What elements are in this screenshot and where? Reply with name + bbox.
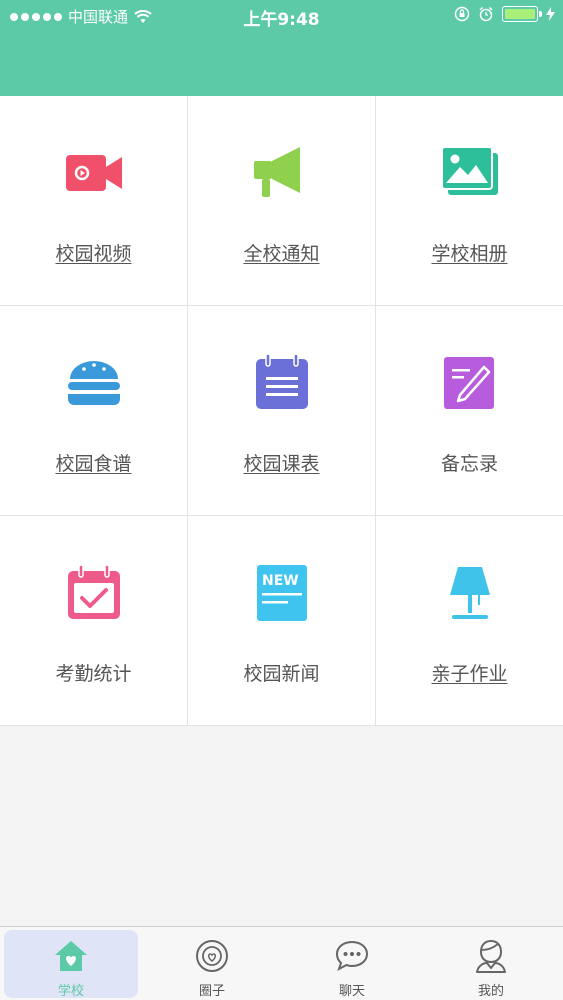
grid-item-campus-news[interactable]: NEW 校园新闻 [188, 516, 376, 726]
app-header [0, 32, 563, 96]
grid-item-attendance-stats[interactable]: 考勤统计 [0, 516, 188, 726]
calendar-check-icon [67, 564, 120, 619]
tab-bar: 学校 圈子 聊天 我的 [0, 926, 563, 1000]
tab-label: 圈子 [198, 984, 225, 999]
grid-item-label: 校园新闻 [243, 663, 320, 685]
grid-item-label: 亲子作业 [431, 663, 508, 685]
charging-icon [546, 7, 555, 21]
grid-item-label: 备忘录 [440, 453, 498, 475]
rotation-lock-icon [454, 6, 470, 22]
grid-item-school-notice[interactable]: 全校通知 [188, 96, 376, 306]
status-right [454, 6, 555, 22]
schedule-notepad-icon [255, 353, 308, 409]
status-bar: 中国联通 上午9:48 [0, 0, 563, 32]
grid-item-campus-video[interactable]: 校园视频 [0, 96, 188, 306]
megaphone-icon [253, 147, 300, 197]
grid-item-school-album[interactable]: 学校相册 [376, 96, 563, 306]
tab-school[interactable]: 学校 [4, 930, 138, 999]
grid-item-label: 全校通知 [243, 243, 320, 265]
photo-album-icon [440, 146, 498, 195]
battery-icon [502, 6, 542, 22]
tab-chat[interactable]: 聊天 [285, 930, 419, 999]
burger-icon [67, 361, 120, 405]
svg-text:NEW: NEW [262, 573, 299, 589]
grid-item-label: 校园课表 [243, 453, 320, 475]
tab-circle[interactable]: 圈子 [145, 930, 279, 999]
news-icon: NEW [256, 565, 307, 621]
grid-item-label: 考勤统计 [55, 663, 132, 685]
grid-item-label: 校园食谱 [55, 453, 132, 475]
grid-item-label: 学校相册 [431, 243, 508, 265]
grid-item-campus-schedule[interactable]: 校园课表 [188, 306, 376, 516]
circle-heart-icon [196, 940, 228, 972]
grid-item-campus-recipe[interactable]: 校园食谱 [0, 306, 188, 516]
user-profile-icon [476, 939, 506, 973]
alarm-icon [479, 6, 493, 22]
tab-label: 聊天 [338, 984, 365, 999]
video-camera-icon [65, 155, 122, 191]
tab-label: 学校 [57, 984, 84, 999]
grid-item-parent-homework[interactable]: 亲子作业 [376, 516, 563, 726]
grid-item-label: 校园视频 [55, 243, 132, 265]
chat-bubble-icon [335, 940, 369, 972]
home-heart-icon [55, 941, 87, 971]
feature-grid: 校园视频 全校通知 学校相册 校园食谱 校园课表 备忘录 考勤统计 NEW 校园… [0, 96, 563, 726]
grid-item-memo[interactable]: 备忘录 [376, 306, 563, 516]
tab-mine[interactable]: 我的 [424, 930, 558, 999]
tab-label: 我的 [477, 984, 504, 999]
desk-lamp-icon [449, 567, 490, 619]
memo-edit-icon [443, 357, 494, 409]
